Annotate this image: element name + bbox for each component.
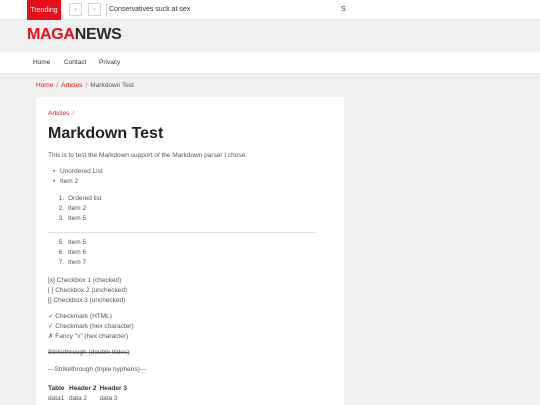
list-text: Item 5 [68,215,87,222]
logo-part-maga: MAGA [27,26,75,43]
breadcrumb-articles-link[interactable]: Articles [61,82,82,89]
article-intro: This is to test the Markdown support of … [48,152,248,159]
checkmark-lines: ✓ Checkmark (HTML) ✓ Checkmark (hex char… [48,312,134,342]
site-logo[interactable]: MAGANEWS [27,26,122,44]
list-item: 5. Item 5 [52,238,86,248]
hyphen-strikethrough-text: ---Strikethrough (triple hyphens)--- [48,366,147,373]
trending-bar: Trending ‹ › Conservatives suck at sex S [0,0,540,20]
ticker-prev-button[interactable]: ‹ [69,3,82,16]
markdown-table: Table Header 2 Header 3 data1 data 2 dat… [48,384,130,404]
checkbox-lines: [x] Checkbox 1 (checked) [ ] Checkbox 2 … [48,276,127,306]
nav-item-contact[interactable]: Contact [64,52,86,74]
table-header: Header 3 [99,385,127,392]
category-link[interactable]: Articles [48,110,69,117]
list-item: 6. Item 6 [52,248,86,258]
list-number: 5. [58,239,64,246]
list-text: Item 6 [68,249,87,256]
ordered-list: 1. Ordered list 2. Item 2 3. Item 5 [52,194,102,224]
list-text: Item 2 [68,205,87,212]
ordered-list-continued: 5. Item 5 6. Item 6 7. Item 7 [52,238,86,268]
nav-item-privacy[interactable]: Privacy [99,52,120,74]
chevron-left-icon: ‹ [74,6,77,13]
search-icon[interactable]: S [341,0,346,20]
horizontal-rule [48,232,316,233]
table-header: Header 2 [69,385,97,392]
table-row: data1 data 2 data 3 [48,394,130,404]
list-number: 6. [58,249,64,256]
checkbox-line: [] Checkbox 3 (unchecked) [48,297,126,304]
article-card: Articles / Markdown Test This is to test … [36,97,344,405]
list-text: Item 5 [68,239,87,246]
article-title: Markdown Test [48,125,164,142]
ticker-next-button[interactable]: › [88,3,101,16]
table-header-row: Table Header 2 Header 3 [48,384,130,394]
nav-item-home[interactable]: Home [33,52,50,74]
table-cell: data 2 [69,395,88,402]
logo-part-news: NEWS [74,26,122,43]
table-cell: data1 [48,395,65,402]
list-number: 3. [58,215,64,222]
list-item: 1. Ordered list [52,194,102,204]
table-header: Table [48,385,65,392]
list-text: Item 7 [68,259,87,266]
list-text: Ordered list [68,195,102,202]
breadcrumb: Home / Articles / Markdown Test [36,79,134,93]
site-header: MAGANEWS [0,20,540,52]
main-nav: Home Contact Privacy [0,52,540,74]
list-number: 1. [58,195,64,202]
list-number: 2. [58,205,64,212]
ticker-divider [106,3,107,17]
table-cell: data 3 [99,395,118,402]
checkmark-line: ✓ Checkmark (HTML) [48,313,112,320]
list-number: 7. [58,259,64,266]
checkbox-line: [ ] Checkbox 2 (unchecked) [48,287,128,294]
ticker-headline-link[interactable]: Conservatives suck at sex [109,0,190,20]
list-item: Item 2 [52,177,103,187]
list-item: 7. Item 7 [52,258,86,268]
breadcrumb-current: Markdown Test [90,82,134,89]
checkmark-line: ✓ Checkmark (hex character) [48,323,134,330]
list-item: Unordered List [52,167,103,177]
trending-label: Trending [27,0,61,20]
article-category: Articles / [48,110,74,117]
category-separator: / [72,110,75,117]
strikethrough-text: Strikethrough (double tildes) [48,349,130,356]
list-item: 2. Item 2 [52,204,102,214]
cross-line: ✗ Fancy "x" (hex character) [48,333,129,340]
unordered-list: Unordered List Item 2 [52,167,103,187]
chevron-right-icon: › [93,6,96,13]
checkbox-line: [x] Checkbox 1 (checked) [48,277,122,284]
breadcrumb-home-link[interactable]: Home [36,82,53,89]
breadcrumb-separator: / [56,82,59,89]
list-item: 3. Item 5 [52,214,102,224]
